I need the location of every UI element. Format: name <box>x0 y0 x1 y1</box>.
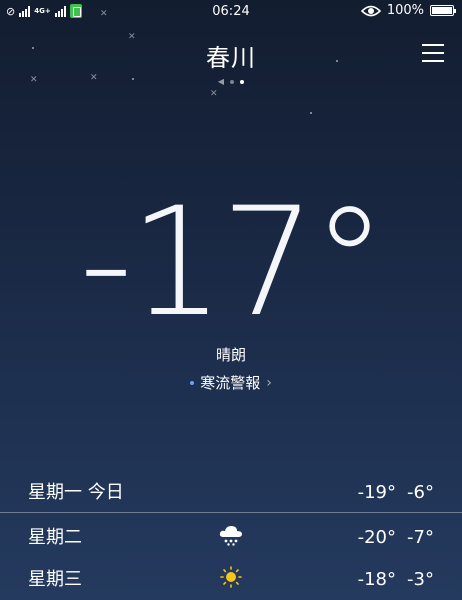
status-bar: ⊘ 4G+ 06:24 100% <box>0 0 462 24</box>
forecast-high: -6° <box>407 482 434 503</box>
star-decoration <box>310 112 312 114</box>
forecast-low: -20° <box>357 527 396 548</box>
forecast-day: 星期二 <box>28 527 82 548</box>
status-icons-right: 100% <box>360 3 456 18</box>
forecast-high: -7° <box>407 527 434 548</box>
forecast-row[interactable]: 星期一 今日 -19° -6° <box>0 468 462 512</box>
snow-cloud-icon <box>219 526 242 546</box>
city-name: 春川 <box>206 44 256 72</box>
sun-icon <box>220 566 242 588</box>
menu-line <box>422 52 444 54</box>
alert-label: 寒流警報 <box>200 374 261 392</box>
current-temperature: -17° <box>79 176 387 350</box>
weather-condition: 晴朗 <box>215 346 246 364</box>
menu-line <box>422 60 444 62</box>
forecast-row[interactable]: 星期三 -18° -3° <box>0 555 462 597</box>
location-arrow-icon: ◀ <box>217 77 225 86</box>
eye-icon <box>360 5 381 16</box>
menu-line <box>422 44 444 46</box>
weather-alert-link[interactable]: 寒流警報 › <box>0 372 462 393</box>
forecast-day: 星期一 今日 <box>28 482 124 503</box>
battery-percent: 100% <box>386 3 424 18</box>
forecast-high: -3° <box>407 569 434 590</box>
battery-icon <box>430 5 456 16</box>
forecast-day: 星期三 <box>28 569 82 590</box>
alert-dot-icon <box>190 380 195 385</box>
page-dot-active <box>240 79 245 84</box>
forecast-low: -19° <box>357 482 396 503</box>
menu-button[interactable] <box>422 44 444 62</box>
page-dot <box>230 79 235 84</box>
page-indicator[interactable]: ◀ <box>0 77 462 86</box>
forecast-list: 星期一 今日 -19° -6° 星期二 -20° -7° 星期三 -18° -3… <box>0 468 462 597</box>
star-decoration: ✕ <box>210 89 218 99</box>
forecast-row[interactable]: 星期二 -20° -7° <box>0 513 462 555</box>
chevron-right-icon: › <box>266 374 272 391</box>
forecast-low: -18° <box>357 569 396 590</box>
battery-fill <box>432 7 452 14</box>
